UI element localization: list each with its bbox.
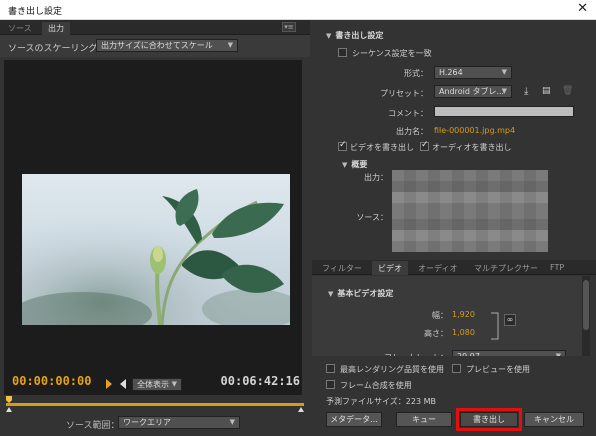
source-range-value: ワークエリア xyxy=(123,418,171,427)
save-preset-icon[interactable]: ⤓ xyxy=(524,86,528,97)
width-value[interactable]: 1,920 xyxy=(452,310,475,319)
max-render-quality-label: 最高レンダリング品質を使用 xyxy=(340,365,444,374)
chevron-down-icon: ▼ xyxy=(501,87,507,95)
scaling-value: 出力サイズに合わせてスケール xyxy=(101,41,213,50)
comment-label: コメント： xyxy=(388,109,428,118)
preview-monitor xyxy=(4,60,302,395)
video-frame-image xyxy=(22,174,290,325)
max-render-quality-checkbox[interactable] xyxy=(326,364,335,373)
chevron-down-icon: ▼ xyxy=(171,380,177,388)
comment-input[interactable] xyxy=(434,106,574,117)
scrollbar-thumb[interactable] xyxy=(583,280,589,330)
output-name-link[interactable]: file-000001.jpg.mp4 xyxy=(434,126,515,135)
chain-link-icon[interactable]: ∞ xyxy=(504,314,516,326)
playhead-icon[interactable] xyxy=(6,396,12,403)
cancel-button[interactable]: キャンセル xyxy=(524,412,584,427)
export-video-checkbox[interactable] xyxy=(338,140,347,151)
work-area-end-handle[interactable] xyxy=(298,407,304,412)
preview-tabs: ソース 出力 ▾≡ xyxy=(0,20,310,35)
title-bar: 書き出し設定 ✕ xyxy=(0,0,596,20)
summary-output-label: 出力： xyxy=(364,173,388,182)
match-sequence-label: シーケンス設定を一致 xyxy=(352,49,432,58)
work-area-start-handle[interactable] xyxy=(6,407,12,412)
export-settings-header[interactable]: ▼ 書き出し設定 xyxy=(326,30,383,41)
work-area-bar[interactable] xyxy=(6,403,304,406)
use-previews-label: プレビューを使用 xyxy=(466,365,530,374)
format-value: H.264 xyxy=(439,68,463,77)
estimated-filesize: 予測ファイルサイズ：223 MB xyxy=(326,397,436,406)
scaling-label: ソースのスケーリング： xyxy=(8,44,107,54)
frame-blending-checkbox[interactable] xyxy=(326,380,335,389)
output-name-label: 出力名： xyxy=(396,127,428,136)
format-label: 形式： xyxy=(404,69,428,78)
height-label: 高さ： xyxy=(424,329,448,338)
settings-panel: ▼ 書き出し設定 シーケンス設定を一致 形式： H.264 ▼ プリセット： An… xyxy=(312,20,596,436)
metadata-button[interactable]: メタデータ... xyxy=(326,412,382,427)
chevron-down-icon: ▼ xyxy=(501,68,507,76)
height-value[interactable]: 1,080 xyxy=(452,328,475,337)
close-icon[interactable]: ✕ xyxy=(577,1,588,16)
collapse-triangle-icon[interactable]: ▼ xyxy=(326,32,331,40)
export-options-footer: 最高レンダリング品質を使用 プレビューを使用 フレーム合成を使用 予測ファイルサ… xyxy=(312,356,596,436)
import-preset-icon[interactable]: ▤ xyxy=(542,86,551,96)
match-sequence-checkbox[interactable] xyxy=(338,48,347,57)
tab-audio[interactable]: オーディオ xyxy=(412,261,463,275)
preset-value: Android タブレ... xyxy=(439,87,505,96)
window-title: 書き出し設定 xyxy=(8,7,63,17)
timecode-out[interactable]: 00:06:42:16 xyxy=(221,374,300,388)
zoom-dropdown[interactable]: 全体表示 ▼ xyxy=(132,378,182,391)
chevron-down-icon: ▼ xyxy=(227,41,233,49)
tab-ftp[interactable]: FTP xyxy=(544,261,570,275)
preset-label: プリセット： xyxy=(380,89,428,98)
source-range-label: ソース範囲： xyxy=(66,421,120,431)
tab-video[interactable]: ビデオ xyxy=(372,261,408,275)
format-dropdown[interactable]: H.264 ▼ xyxy=(434,66,512,79)
preset-dropdown[interactable]: Android タブレ... ▼ xyxy=(434,85,512,98)
preview-panel: ソース 出力 ▾≡ ソースのスケーリング： 出力サイズに合わせてスケール ▼ 0… xyxy=(0,20,310,436)
width-label: 幅： xyxy=(432,311,448,320)
settings-tabs: フィルター ビデオ オーディオ マルチプレクサー FTP xyxy=(312,260,596,275)
delete-preset-icon[interactable]: 🗑 xyxy=(562,86,573,96)
tab-filter[interactable]: フィルター xyxy=(316,261,368,275)
export-button[interactable]: 書き出し xyxy=(456,408,522,431)
collapse-triangle-icon[interactable]: ▼ xyxy=(342,161,347,169)
use-previews-checkbox[interactable] xyxy=(452,364,461,373)
export-audio-label: オーディオを書き出し xyxy=(432,143,512,152)
export-audio-checkbox[interactable] xyxy=(420,140,429,151)
tab-output[interactable]: 出力 xyxy=(42,22,70,35)
collapse-triangle-icon[interactable]: ▼ xyxy=(328,290,333,298)
tab-multiplexer[interactable]: マルチプレクサー xyxy=(468,261,544,275)
zoom-value: 全体表示 xyxy=(137,380,169,389)
summary-header[interactable]: ▼ 概要 xyxy=(342,159,367,170)
queue-button[interactable]: キュー xyxy=(396,412,452,427)
link-bracket-icon xyxy=(491,312,499,340)
source-range-dropdown[interactable]: ワークエリア ▼ xyxy=(118,416,240,429)
summary-source-label: ソース： xyxy=(356,213,388,222)
mark-out-icon[interactable] xyxy=(120,379,126,389)
panel-menu-icon[interactable]: ▾≡ xyxy=(282,22,296,32)
timeline-scrubber[interactable] xyxy=(6,396,304,412)
frame-blending-label: フレーム合成を使用 xyxy=(340,381,412,390)
source-range-row: ソース範囲： ワークエリア ▼ xyxy=(0,414,310,434)
scaling-row: ソースのスケーリング： 出力サイズに合わせてスケール ▼ xyxy=(0,35,310,57)
summary-source-redacted xyxy=(392,208,548,252)
dialog-body: ソース 出力 ▾≡ ソースのスケーリング： 出力サイズに合わせてスケール ▼ 0… xyxy=(0,20,596,436)
timecode-in[interactable]: 00:00:00:00 xyxy=(12,374,91,388)
export-video-label: ビデオを書き出し xyxy=(350,143,414,152)
mark-in-icon[interactable] xyxy=(106,379,112,389)
chevron-down-icon: ▼ xyxy=(229,418,235,426)
basic-video-header[interactable]: ▼ 基本ビデオ設定 xyxy=(328,288,393,299)
tab-source[interactable]: ソース xyxy=(2,22,38,35)
scaling-dropdown[interactable]: 出力サイズに合わせてスケール ▼ xyxy=(96,39,238,52)
